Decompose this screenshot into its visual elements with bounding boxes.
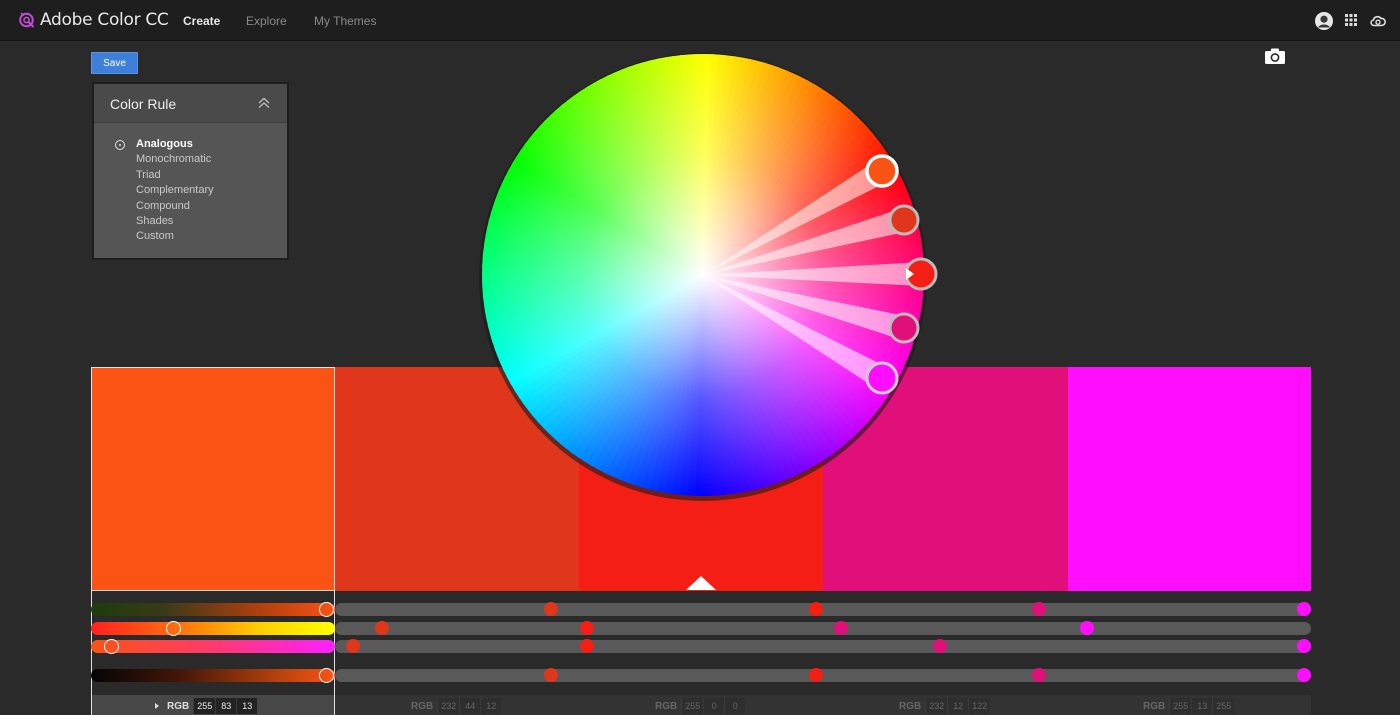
slider-dot <box>809 602 823 616</box>
slider-dot <box>544 602 558 616</box>
swatch-2-values[interactable]: RGB 232 44 12 <box>411 697 502 715</box>
slider-dot <box>834 621 848 635</box>
color-mode-label: RGB <box>655 700 678 712</box>
slider-track-4-others <box>335 669 1311 682</box>
slider-dot <box>580 639 594 653</box>
slider-dot <box>375 621 389 635</box>
slider-track-1[interactable] <box>91 603 335 616</box>
rgb-r-input[interactable]: 255 <box>681 698 704 714</box>
expand-arrow-icon[interactable] <box>155 703 159 709</box>
slider-panel <box>0 0 1400 715</box>
slider-dot <box>1297 639 1311 653</box>
slider-handle-3[interactable] <box>104 639 119 654</box>
color-mode-label: RGB <box>1143 700 1166 712</box>
slider-handle-4[interactable] <box>319 668 334 683</box>
rgb-r-input[interactable]: 255 <box>193 698 216 714</box>
slider-dot <box>580 621 594 635</box>
rgb-r-input[interactable]: 232 <box>925 698 948 714</box>
slider-dot <box>1297 602 1311 616</box>
rgb-b-input[interactable]: 255 <box>1212 698 1235 714</box>
rgb-b-input[interactable]: 0 <box>724 698 746 714</box>
rgb-g-input[interactable]: 83 <box>215 698 237 714</box>
color-mode-label[interactable]: RGB <box>167 701 189 712</box>
color-mode-label: RGB <box>411 700 434 712</box>
slider-dot <box>1297 668 1311 682</box>
rgb-r-input[interactable]: 232 <box>437 698 460 714</box>
rgb-g-input[interactable]: 0 <box>703 698 725 714</box>
slider-track-2[interactable] <box>91 622 335 635</box>
rgb-g-input[interactable]: 13 <box>1191 698 1213 714</box>
slider-dot <box>809 668 823 682</box>
slider-track-3-others <box>335 640 1311 653</box>
swatch-3-values[interactable]: RGB 255 0 0 <box>655 697 746 715</box>
slider-handle-2[interactable] <box>166 621 181 636</box>
swatch-1-values[interactable]: RGB 255 83 13 <box>155 697 258 715</box>
rgb-g-input[interactable]: 12 <box>947 698 969 714</box>
swatch-4-values[interactable]: RGB 232 12 122 <box>899 697 991 715</box>
slider-dot <box>1032 668 1046 682</box>
rgb-b-input[interactable]: 122 <box>968 698 991 714</box>
rgb-b-input[interactable]: 13 <box>236 698 258 714</box>
slider-track-1-others <box>335 603 1311 616</box>
slider-dot <box>933 639 947 653</box>
slider-dot <box>1032 602 1046 616</box>
slider-dot <box>346 639 360 653</box>
slider-handle-1[interactable] <box>319 602 334 617</box>
slider-track-4[interactable] <box>91 669 335 682</box>
color-mode-label: RGB <box>899 700 922 712</box>
swatch-5-values[interactable]: RGB 255 13 255 <box>1143 697 1235 715</box>
rgb-g-input[interactable]: 44 <box>459 698 481 714</box>
slider-dot <box>1080 621 1094 635</box>
slider-track-2-others <box>335 622 1311 635</box>
rgb-r-input[interactable]: 255 <box>1169 698 1192 714</box>
slider-dot <box>544 668 558 682</box>
rgb-b-input[interactable]: 12 <box>480 698 502 714</box>
slider-track-3[interactable] <box>91 640 335 653</box>
